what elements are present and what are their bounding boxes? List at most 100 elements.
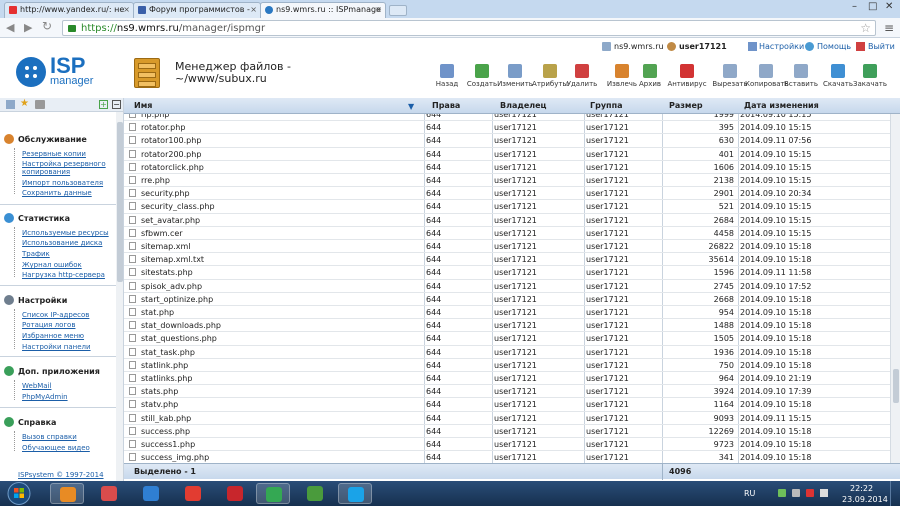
- table-row[interactable]: success.php 644 user17121 user17121 12269 201…: [124, 425, 890, 438]
- cut-button[interactable]: Вырезать: [711, 64, 749, 88]
- copyright-link[interactable]: ISPsystem © 1997-2014: [18, 471, 104, 479]
- table-row[interactable]: success_img.php 644 user17121 user17121 341 2…: [124, 451, 890, 463]
- tray-app-icon[interactable]: [778, 489, 786, 497]
- table-row[interactable]: sitestats.php 644 user17121 user17121 1596 20…: [124, 266, 890, 280]
- minimize-icon[interactable]: –: [852, 1, 857, 12]
- table-row[interactable]: rotatorclick.php 644 user17121 user17121 160…: [124, 161, 890, 174]
- back-arrow-icon[interactable]: ◀: [6, 21, 14, 34]
- sidebar-item-http-load[interactable]: Нагрузка http-сервера: [22, 271, 120, 279]
- taskbar-media-player[interactable]: [50, 483, 84, 504]
- table-row[interactable]: rotator200.php 644 user17121 user17121 401 20…: [124, 148, 890, 161]
- section-help[interactable]: Справка: [4, 417, 56, 427]
- sidebar-item-favorites[interactable]: Избранное меню: [22, 332, 120, 340]
- sidebar-item-disk-usage[interactable]: Использование диска: [22, 239, 120, 247]
- sidebar-item-panel-settings[interactable]: Настройки панели: [22, 343, 120, 351]
- sidebar-scrollbar[interactable]: [116, 112, 123, 481]
- antivirus-button[interactable]: Антивирус: [665, 64, 709, 88]
- table-row[interactable]: success1.php 644 user17121 user17121 9723 201…: [124, 438, 890, 452]
- collapse-all-icon[interactable]: −: [112, 100, 121, 109]
- table-row[interactable]: sitemap.xml 644 user17121 user17121 26822 201…: [124, 240, 890, 254]
- tab-yandex[interactable]: http://www.yandex.ru/: не ×: [4, 2, 134, 18]
- window-close-icon[interactable]: ✕: [885, 1, 893, 12]
- section-statistics[interactable]: Статистика: [4, 213, 70, 223]
- table-row[interactable]: rre.php 644 user17121 user17121 2138 2014.09.…: [124, 174, 890, 188]
- back-button[interactable]: Назад: [428, 64, 466, 88]
- table-row[interactable]: spisok_adv.php 644 user17121 user17121 2745 2…: [124, 280, 890, 293]
- taskbar-paint[interactable]: [92, 483, 126, 504]
- new-tab-button[interactable]: [389, 5, 407, 16]
- tab-forum[interactable]: Форум программистов - ×: [133, 2, 261, 18]
- table-row[interactable]: security_class.php 644 user17121 user17121 5…: [124, 200, 890, 214]
- table-row[interactable]: sfbwm.cer 644 user17121 user17121 4458 2014.0…: [124, 227, 890, 240]
- copy-button[interactable]: Копировать: [745, 64, 789, 88]
- sidebar-item-backup-settings[interactable]: Настройка резервного копирования: [22, 160, 120, 176]
- sidebar-item-call-help[interactable]: Вызов справки: [22, 433, 120, 441]
- upload-button[interactable]: Закачать: [851, 64, 889, 88]
- list-view-icon[interactable]: [6, 100, 15, 109]
- bookmark-star-icon[interactable]: ☆: [860, 21, 871, 35]
- table-row[interactable]: start_optinize.php 644 user17121 user17121 2…: [124, 293, 890, 306]
- sidebar-item-video[interactable]: Обучающее видео: [22, 444, 120, 452]
- col-group[interactable]: Группа: [590, 101, 623, 110]
- language-indicator[interactable]: RU: [744, 489, 755, 498]
- table-row[interactable]: rotator100.php 644 user17121 user17121 630 20…: [124, 134, 890, 148]
- sidebar-item-save-data[interactable]: Сохранить данные: [22, 189, 120, 197]
- edit-button[interactable]: Изменить: [496, 64, 534, 88]
- star-icon[interactable]: ★: [20, 98, 29, 109]
- table-row[interactable]: statlink.php 644 user17121 user17121 750 2014…: [124, 359, 890, 372]
- tab-ispmanager[interactable]: ns9.wmrs.ru :: ISPmanage ×: [260, 2, 386, 18]
- camera-icon[interactable]: [35, 100, 45, 109]
- browser-menu-icon[interactable]: ≡: [884, 21, 894, 35]
- sidebar-item-log-rotation[interactable]: Ротация логов: [22, 321, 120, 329]
- windows-start-icon[interactable]: [6, 481, 32, 506]
- table-row[interactable]: rip.php 644 user17121 user17121 1999 2014.09.…: [124, 114, 890, 122]
- table-row[interactable]: stat_downloads.php 644 user17121 user17121 1…: [124, 319, 890, 333]
- close-icon[interactable]: ×: [123, 5, 130, 14]
- taskbar-chrome[interactable]: [256, 483, 290, 504]
- col-owner[interactable]: Владелец: [500, 101, 546, 110]
- table-row[interactable]: set_avatar.php 644 user17121 user17121 2684 2…: [124, 214, 890, 227]
- sidebar-item-resources[interactable]: Используемые ресурсы: [22, 229, 120, 237]
- sidebar-item-backups[interactable]: Резервные копии: [22, 150, 120, 158]
- table-row[interactable]: rotator.php 644 user17121 user17121 395 2014.…: [124, 121, 890, 135]
- table-row[interactable]: security.php 644 user17121 user17121 2901 201…: [124, 187, 890, 201]
- table-row[interactable]: still_kab.php 644 user17121 user17121 9093 20…: [124, 412, 890, 425]
- close-icon[interactable]: ×: [375, 5, 382, 14]
- clock-date[interactable]: 23.09.2014: [842, 495, 888, 504]
- forward-arrow-icon[interactable]: ▶: [24, 21, 32, 34]
- clock-time[interactable]: 22:22: [850, 484, 873, 493]
- paste-button[interactable]: Вставить: [782, 64, 820, 88]
- table-row[interactable]: stat.php 644 user17121 user17121 954 2014.09.…: [124, 306, 890, 320]
- taskbar-skype[interactable]: [338, 483, 372, 504]
- table-row[interactable]: stats.php 644 user17121 user17121 3924 2014.0…: [124, 385, 890, 399]
- col-permissions[interactable]: Права: [432, 101, 460, 110]
- sidebar-item-ip-list[interactable]: Список IP-адресов: [22, 311, 120, 319]
- archive-button[interactable]: Архив: [631, 64, 669, 88]
- taskbar-opera[interactable]: [218, 483, 252, 504]
- col-name[interactable]: Имя: [134, 101, 152, 110]
- network-icon[interactable]: [820, 489, 828, 497]
- section-maintenance[interactable]: Обслуживание: [4, 134, 87, 144]
- table-row[interactable]: sitemap.xml.txt 644 user17121 user17121 3561…: [124, 253, 890, 267]
- settings-link[interactable]: Настройки: [759, 42, 804, 51]
- table-row[interactable]: statlinks.php 644 user17121 user17121 964 201…: [124, 372, 890, 386]
- taskbar-globe[interactable]: [298, 483, 332, 504]
- col-size[interactable]: Размер: [669, 101, 703, 110]
- close-icon[interactable]: ×: [250, 5, 257, 14]
- help-link[interactable]: Помощь: [817, 42, 851, 51]
- sidebar-item-webmail[interactable]: WebMail: [22, 382, 120, 390]
- flag-icon[interactable]: [792, 489, 800, 497]
- sidebar-item-traffic[interactable]: Трафик: [22, 250, 120, 258]
- table-row[interactable]: statv.php 644 user17121 user17121 1164 2014.0…: [124, 398, 890, 412]
- sidebar-item-import-user[interactable]: Импорт пользователя: [22, 179, 120, 187]
- expand-all-icon[interactable]: +: [99, 100, 108, 109]
- section-extra-apps[interactable]: Доп. приложения: [4, 366, 100, 376]
- table-scrollbar[interactable]: [890, 114, 900, 463]
- antivirus-tray-icon[interactable]: [806, 489, 814, 497]
- url-input[interactable]: https://ns9.wmrs.ru/manager/ispmgr ☆: [62, 20, 876, 36]
- section-settings[interactable]: Настройки: [4, 295, 67, 305]
- taskbar-internet-explorer[interactable]: [134, 483, 168, 504]
- delete-button[interactable]: Удалить: [563, 64, 601, 88]
- taskbar-yandex-browser[interactable]: [176, 483, 210, 504]
- sidebar-item-phpmyadmin[interactable]: PhpMyAdmin: [22, 393, 120, 401]
